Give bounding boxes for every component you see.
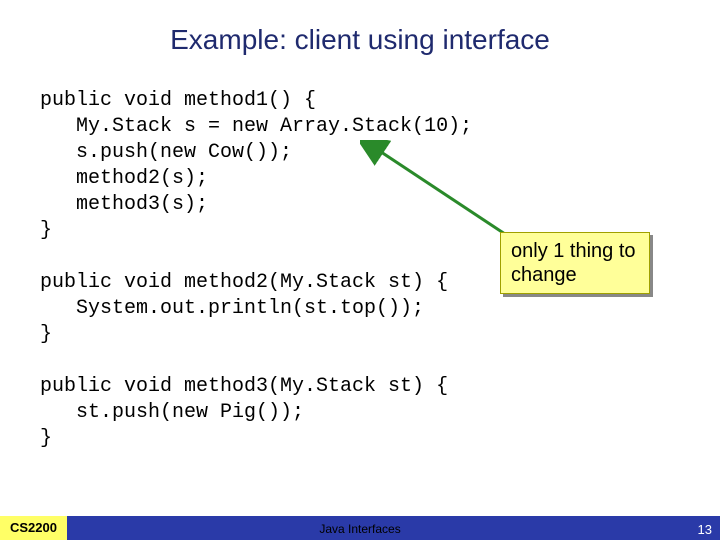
- slide-title: Example: client using interface: [0, 24, 720, 56]
- slide: Example: client using interface public v…: [0, 0, 720, 540]
- course-badge: CS2200: [0, 516, 67, 540]
- footer-center: Java Interfaces: [0, 522, 720, 536]
- callout-box: only 1 thing to change: [500, 232, 650, 294]
- code-block: public void method1() { My.Stack s = new…: [40, 88, 472, 452]
